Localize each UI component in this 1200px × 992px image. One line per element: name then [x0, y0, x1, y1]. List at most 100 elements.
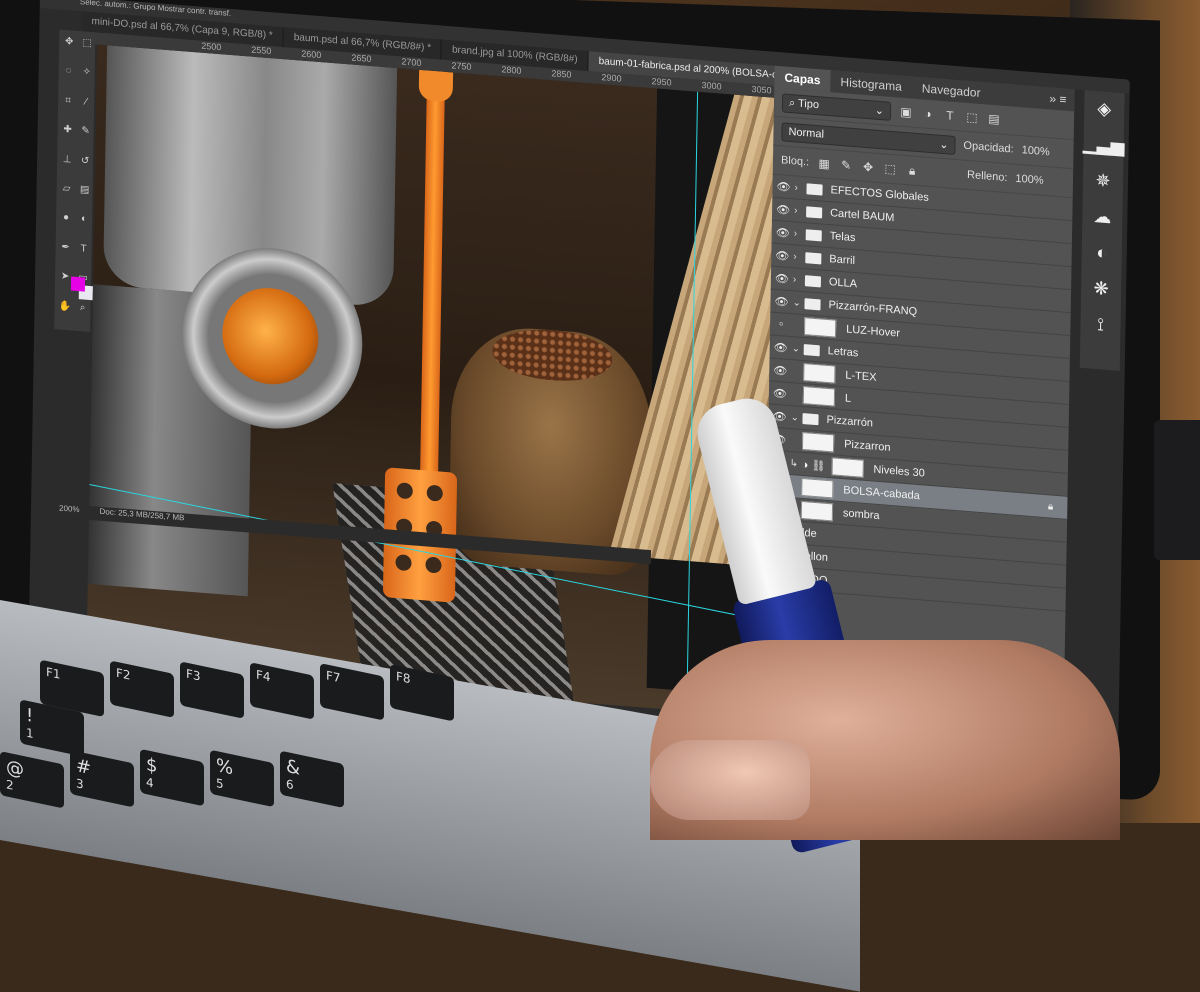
mash-paddle-grip: [418, 69, 454, 103]
layers-list: 👁︎ › EFECTOS Globales 👁︎ › Cartel BAUM 👁︎ › Te…: [765, 174, 1073, 612]
chevron-right-icon[interactable]: ›: [794, 182, 806, 194]
layer-thumbnail: [801, 477, 834, 499]
dodge-tool-icon[interactable]: ◐: [78, 213, 90, 226]
tab-histograma[interactable]: Histograma: [830, 74, 912, 94]
lock-all-icon[interactable]: 🔒︎: [905, 163, 919, 178]
key[interactable]: $4: [140, 748, 204, 807]
opacity-field[interactable]: 100%: [1022, 144, 1050, 158]
move-tool-icon[interactable]: ✥: [63, 36, 75, 49]
lasso-tool-icon[interactable]: ◌: [63, 65, 75, 78]
libraries-icon[interactable]: ❋: [1093, 278, 1108, 299]
mash-paddle-handle: [419, 70, 446, 492]
key[interactable]: % 5: [210, 749, 274, 808]
lock-transparent-icon[interactable]: ▦: [817, 156, 831, 171]
lock-brush-icon[interactable]: ✎: [839, 158, 853, 173]
navigator-icon[interactable]: ✵: [1095, 170, 1110, 191]
eye-icon[interactable]: 👁︎: [772, 225, 794, 240]
lock-position-icon[interactable]: ✥: [861, 160, 875, 175]
layer-name: Pizzarron: [844, 438, 891, 454]
layer-name: LUZ-Hover: [846, 323, 901, 340]
folder-icon: [804, 274, 822, 287]
pen-tool-icon[interactable]: ✒: [59, 241, 71, 254]
chevron-down-icon[interactable]: ⌄: [790, 412, 802, 424]
layer-thumbnail: [800, 500, 834, 522]
brush-tool-icon[interactable]: ✎: [80, 125, 92, 138]
folder-icon: [803, 343, 820, 356]
visibility-toggle[interactable]: ▫: [770, 317, 792, 331]
key[interactable]: @2: [0, 751, 64, 809]
layer-name: Cartel BAUM: [830, 207, 895, 225]
layers-icon[interactable]: ◈: [1097, 98, 1111, 119]
layer-name: Letras: [827, 344, 859, 360]
chevron-right-icon[interactable]: ›: [794, 228, 806, 240]
histogram-icon[interactable]: ▁▃▅: [1083, 133, 1125, 156]
creative-cloud-icon[interactable]: ☁: [1093, 206, 1111, 227]
eye-icon[interactable]: 👁︎: [771, 248, 793, 263]
filter-smart-object-icon[interactable]: ▤: [987, 111, 1001, 127]
eye-icon[interactable]: 👁︎: [772, 179, 794, 194]
key[interactable]: & 6: [280, 750, 344, 809]
history-brush-icon[interactable]: ↺: [79, 155, 91, 168]
filter-adjustment-icon[interactable]: ◑: [921, 106, 935, 122]
layer-thumbnail: [803, 317, 837, 338]
magic-wand-tool-icon[interactable]: ✧: [81, 67, 93, 80]
eye-icon[interactable]: 👁︎: [769, 363, 791, 378]
layer-filter-label: Tipo: [797, 97, 820, 111]
eye-icon[interactable]: 👁︎: [771, 271, 793, 286]
chevron-right-icon[interactable]: ›: [794, 205, 806, 217]
layer-thumbnail: [803, 363, 836, 384]
folder-icon: [805, 228, 822, 241]
layer-name: BOLSA-cabada: [843, 484, 920, 503]
eyedropper-tool-icon[interactable]: ⁄: [80, 96, 92, 109]
thumb: [650, 740, 810, 820]
chevron-right-icon[interactable]: ›: [793, 251, 805, 263]
panel-menu-icon[interactable]: » ≡: [1049, 91, 1074, 107]
filter-type-icon[interactable]: T: [943, 108, 957, 123]
gradient-tool-icon[interactable]: ▤: [79, 184, 91, 197]
eye-icon[interactable]: 👁︎: [769, 386, 791, 401]
path-select-icon[interactable]: ➤: [59, 271, 71, 284]
layer-name: OLLA: [828, 276, 858, 291]
chevron-down-icon[interactable]: ⌄: [792, 343, 804, 355]
crop-tool-icon[interactable]: ⌗: [62, 95, 74, 108]
type-tool-icon[interactable]: T: [77, 243, 89, 256]
zoom-level[interactable]: 200%: [59, 504, 80, 520]
foreground-color-swatch[interactable]: [70, 276, 86, 292]
layer-name: L-TEX: [845, 369, 877, 384]
zoom-tool-icon[interactable]: ⌕: [76, 302, 88, 315]
layer-name: Telas: [829, 230, 856, 245]
blur-tool-icon[interactable]: ●: [60, 212, 72, 225]
folder-icon: [806, 205, 823, 219]
search-icon: ⌕: [788, 96, 796, 109]
adjustments-icon[interactable]: ◐: [1096, 242, 1107, 263]
paddle-hole: [395, 554, 412, 572]
filter-pixel-icon[interactable]: ▣: [899, 105, 913, 120]
folder-icon: [802, 412, 819, 425]
filter-shape-icon[interactable]: ⬚: [965, 110, 979, 125]
lock-label: Bloq.:: [780, 154, 810, 169]
eye-icon[interactable]: 👁︎: [770, 340, 792, 355]
healing-tool-icon[interactable]: ✚: [62, 124, 74, 137]
chevron-down-icon[interactable]: ⌄: [792, 297, 804, 309]
marquee-tool-icon[interactable]: ⬚: [81, 37, 93, 50]
lock-icon: 🔒︎: [1047, 500, 1054, 513]
hand-tool-icon[interactable]: ✋: [58, 300, 71, 313]
paths-icon[interactable]: ⟟: [1097, 314, 1104, 335]
paddle-hole: [426, 484, 443, 502]
chevron-down-icon: ⌄: [874, 104, 885, 117]
lock-artboard-icon[interactable]: ⬚: [883, 161, 897, 176]
stamp-tool-icon[interactable]: ⊥: [61, 153, 73, 166]
key[interactable]: #3: [70, 749, 134, 808]
tab-navegador[interactable]: Navegador: [912, 81, 991, 101]
tab-capas[interactable]: Capas: [774, 65, 831, 93]
document-canvas[interactable]: [86, 44, 818, 721]
eraser-tool-icon[interactable]: ▱: [61, 183, 73, 196]
chevron-right-icon[interactable]: ›: [793, 274, 805, 286]
paddle-hole: [425, 556, 442, 574]
eye-icon[interactable]: 👁︎: [770, 294, 792, 309]
chevron-down-icon: ⌄: [939, 138, 949, 151]
fill-field[interactable]: 100%: [1015, 173, 1043, 187]
eye-icon[interactable]: 👁︎: [772, 202, 794, 217]
layer-filter-select[interactable]: ⌕ Tipo ⌄: [781, 92, 892, 121]
paddle-hole: [396, 482, 413, 500]
